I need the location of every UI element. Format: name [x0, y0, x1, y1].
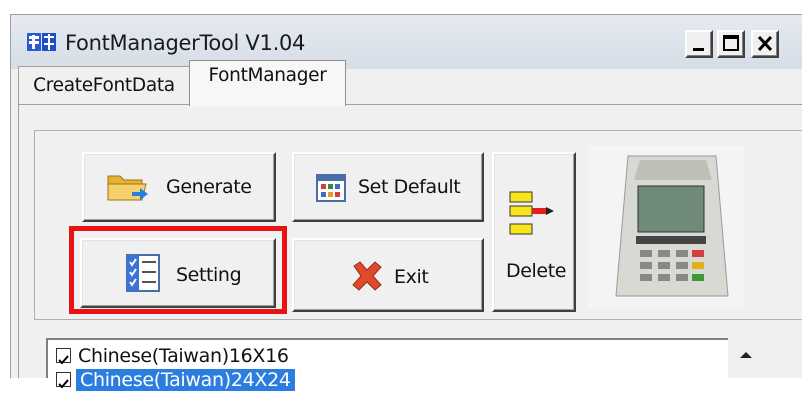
set-default-label: Set Default	[358, 176, 461, 198]
exit-label: Exit	[394, 266, 429, 288]
tab-createfontdata-label: CreateFontData	[33, 75, 175, 96]
minimize-button[interactable]	[685, 30, 713, 58]
scroll-up-icon[interactable]	[738, 350, 754, 360]
font-list[interactable]: Chinese(Taiwan)16X16 Chinese(Taiwan)24X2…	[46, 338, 766, 391]
title-bar[interactable]: FontManagerTool V1.04	[11, 15, 802, 69]
exit-button[interactable]: Exit	[292, 238, 484, 312]
desktop-background	[0, 0, 802, 14]
delete-button[interactable]: Delete	[492, 152, 576, 312]
list-item-label: Chinese(Taiwan)24X24	[76, 369, 295, 391]
checkbox[interactable]	[56, 348, 71, 365]
generate-label: Generate	[166, 176, 252, 198]
tab-fontmanager[interactable]: FontManager	[189, 60, 346, 106]
checkmark-icon	[58, 355, 69, 365]
window-title: FontManagerTool V1.04	[65, 31, 306, 55]
setting-highlight-box	[69, 226, 287, 314]
generate-button[interactable]: Generate	[82, 152, 276, 222]
list-item-label: Chinese(Taiwan)16X16	[78, 345, 289, 367]
list-scrollbar[interactable]	[728, 338, 768, 378]
maximize-icon	[723, 35, 739, 51]
tab-createfontdata[interactable]: CreateFontData	[18, 66, 190, 104]
calendar-grid-icon	[316, 174, 346, 202]
close-icon	[757, 35, 773, 52]
checkbox[interactable]	[56, 372, 71, 389]
close-button[interactable]	[751, 30, 779, 58]
minimize-icon	[693, 48, 704, 51]
maximize-button[interactable]	[717, 30, 745, 58]
checkmark-icon	[58, 379, 69, 389]
red-x-icon	[352, 261, 382, 291]
app-font-icon	[27, 33, 56, 51]
move-entry-icon	[509, 191, 554, 235]
set-default-button[interactable]: Set Default	[292, 152, 484, 222]
delete-label: Delete	[506, 260, 567, 282]
tab-fontmanager-label: FontManager	[208, 65, 327, 86]
payment-terminal-image	[588, 146, 744, 308]
folder-arrow-icon	[107, 175, 148, 201]
